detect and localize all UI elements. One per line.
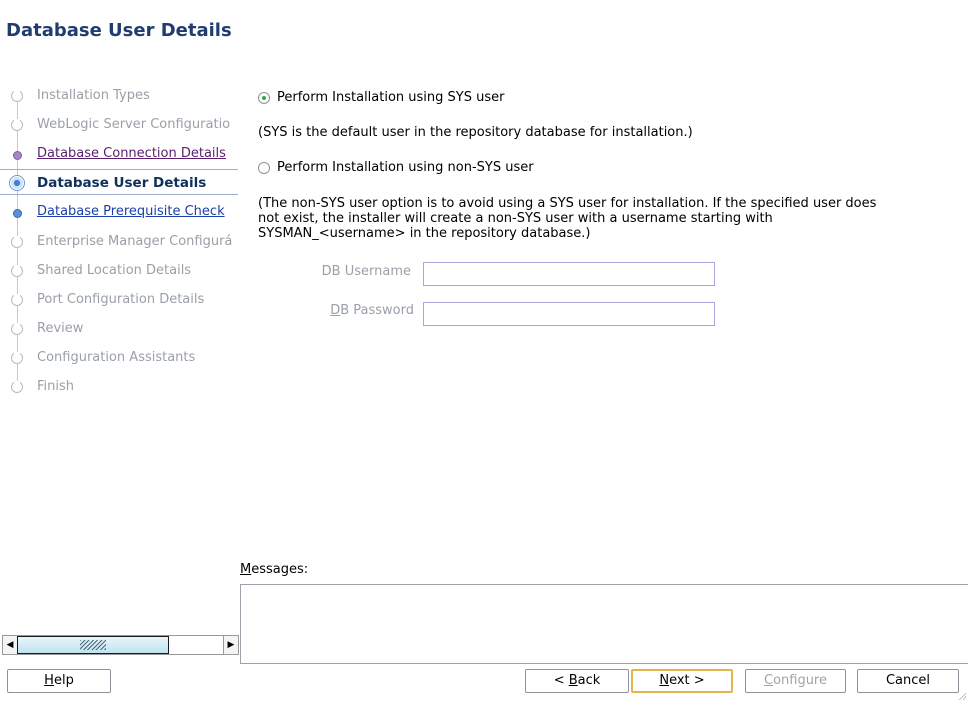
next-mnemonic: N [659,673,670,688]
back-label: ack [577,673,601,688]
configure-label: onfigure [773,673,827,688]
back-button[interactable]: < Back [525,669,629,693]
cancel-button[interactable]: Cancel [857,669,959,693]
scrollbar-thumb[interactable] [17,636,169,654]
step-node-icon [11,294,23,306]
scroll-left-arrow-icon[interactable]: ◀ [2,635,18,655]
non-sys-user-radio[interactable] [258,161,270,174]
non-sys-user-option[interactable]: Perform Installation using non-SYS user [258,160,534,175]
step-node-icon [11,236,23,248]
step-label: Configuration Assistants [37,350,196,365]
step-node-icon [11,90,23,102]
back-mnemonic: B [568,673,578,688]
next-label: ext > [669,673,705,688]
sys-user-description: (SYS is the default user in the reposito… [258,125,693,140]
step-node-done-icon [13,151,22,160]
step-label: Installation Types [37,88,150,103]
db-username-label: DB Username [321,264,411,279]
back-prefix: < [553,673,569,688]
sys-user-option[interactable]: Perform Installation using SYS user [258,90,504,105]
sys-user-option-label[interactable]: Perform Installation using SYS user [277,90,504,105]
db-username-input[interactable] [423,262,715,286]
step-label[interactable]: Database Prerequisite Check [37,204,225,219]
help-button[interactable]: Help [7,669,111,693]
non-sys-user-description: (The non-SYS user option is to avoid usi… [258,196,876,241]
step-label: Review [37,321,84,336]
messages-mnemonic: M [240,562,252,577]
step-node-icon [11,265,23,277]
messages-area[interactable] [240,584,968,664]
step-node-icon [11,381,23,393]
db-password-mnemonic: D [330,303,341,318]
step-node-icon [11,352,23,364]
step-label: Shared Location Details [37,263,192,278]
step-node-next-icon [13,209,22,218]
step-node-current-icon [9,175,25,191]
page-title: Database User Details [6,20,232,41]
non-sys-description-line: (The non-SYS user option is to avoid usi… [258,196,877,211]
configure-mnemonic: C [763,673,774,688]
step-node-icon [11,119,23,131]
scrollbar-grip-icon [80,640,106,650]
step-label: Port Configuration Details [37,292,205,307]
messages-label-text: essages: [251,562,309,577]
db-password-label: DB Password [300,303,414,318]
help-mnemonic: H [44,673,54,688]
step-label: Enterprise Manager Configurá [37,234,233,249]
messages-label: Messages: [240,562,308,577]
resize-grip-icon[interactable] [958,692,966,700]
step-label: WebLogic Server Configuratio [37,117,231,132]
db-password-label-text: B Password [340,303,414,318]
configure-button: Configure [745,669,846,693]
step-label: Finish [37,379,75,394]
step-label[interactable]: Database Connection Details [37,146,226,161]
non-sys-user-option-label[interactable]: Perform Installation using non-SYS user [277,160,534,175]
next-button[interactable]: Next > [631,669,733,693]
non-sys-description-line: not exist, the installer will create a n… [258,211,773,226]
step-label: Database User Details [37,175,207,191]
scrollbar-track[interactable] [17,635,223,655]
db-password-input[interactable] [423,302,715,326]
navigator-horizontal-scrollbar[interactable]: ◀ ▶ [2,635,239,655]
step-node-icon [11,323,23,335]
non-sys-description-line: SYSMAN_<username> in the repository data… [258,226,591,241]
sys-user-radio[interactable] [258,91,270,104]
scroll-right-arrow-icon[interactable]: ▶ [223,635,239,655]
help-label: elp [53,673,74,688]
